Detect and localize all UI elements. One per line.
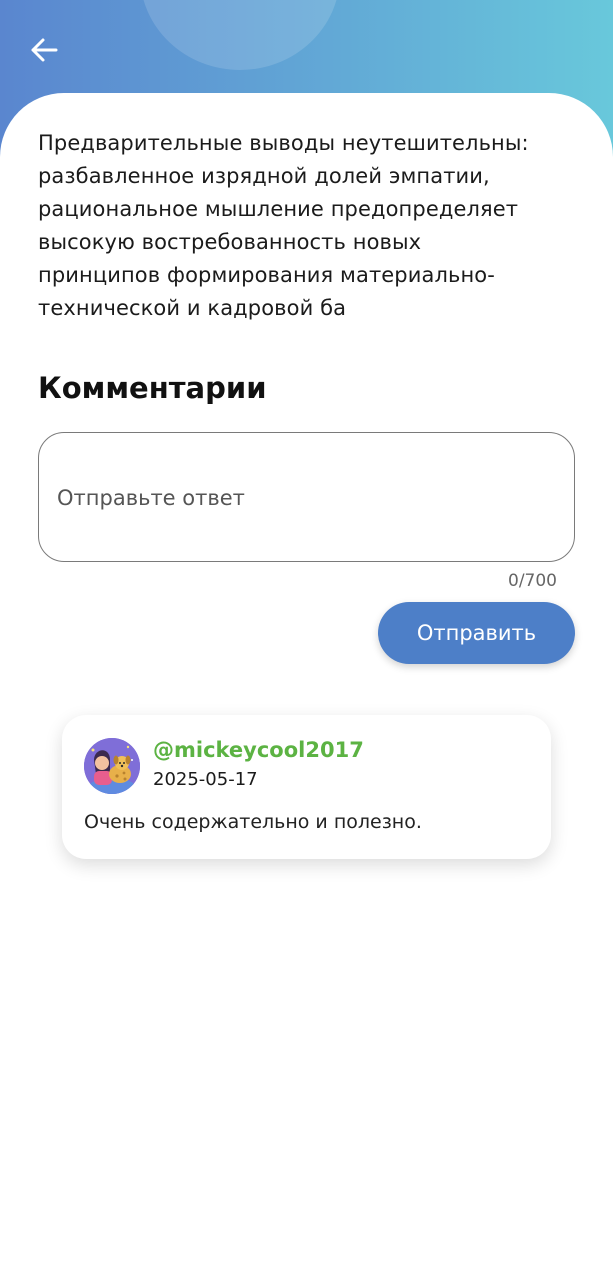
article-text-line: высокую востребованность новых — [38, 230, 422, 254]
avatar[interactable] — [84, 738, 140, 794]
article-text-line: рациональное мышление предопределяет — [38, 197, 519, 221]
article-text-line: Предварительные выводы неутешительны: — [38, 131, 529, 155]
article-text: Предварительные выводы неутешительны: раз… — [38, 127, 578, 325]
reply-input[interactable] — [57, 433, 557, 563]
arrow-left-icon — [31, 38, 58, 62]
comment-text: Очень содержательно и полезно. — [84, 811, 422, 833]
char-counter: 0/700 — [508, 571, 557, 591]
reply-field[interactable] — [38, 432, 575, 563]
comment-card: @mickeycool2017 2025-05-17 Очень содержа… — [62, 715, 551, 859]
article-text-line: технической и кадровой ба — [38, 296, 347, 320]
article-text-line: разбавленное изрядной долей эмпатии, — [38, 164, 490, 188]
article-text-line: принципов формирования материально- — [38, 263, 495, 287]
avatar-girl-with-dog-icon — [84, 738, 140, 794]
comments-title: Комментарии — [38, 371, 267, 405]
comment-date: 2025-05-17 — [153, 769, 258, 790]
header-decoration — [140, 0, 340, 70]
content-sheet: Предварительные выводы неутешительны: раз… — [0, 93, 613, 1280]
send-button[interactable]: Отправить — [378, 602, 575, 664]
back-button[interactable] — [22, 28, 66, 72]
comment-username[interactable]: @mickeycool2017 — [153, 738, 364, 762]
